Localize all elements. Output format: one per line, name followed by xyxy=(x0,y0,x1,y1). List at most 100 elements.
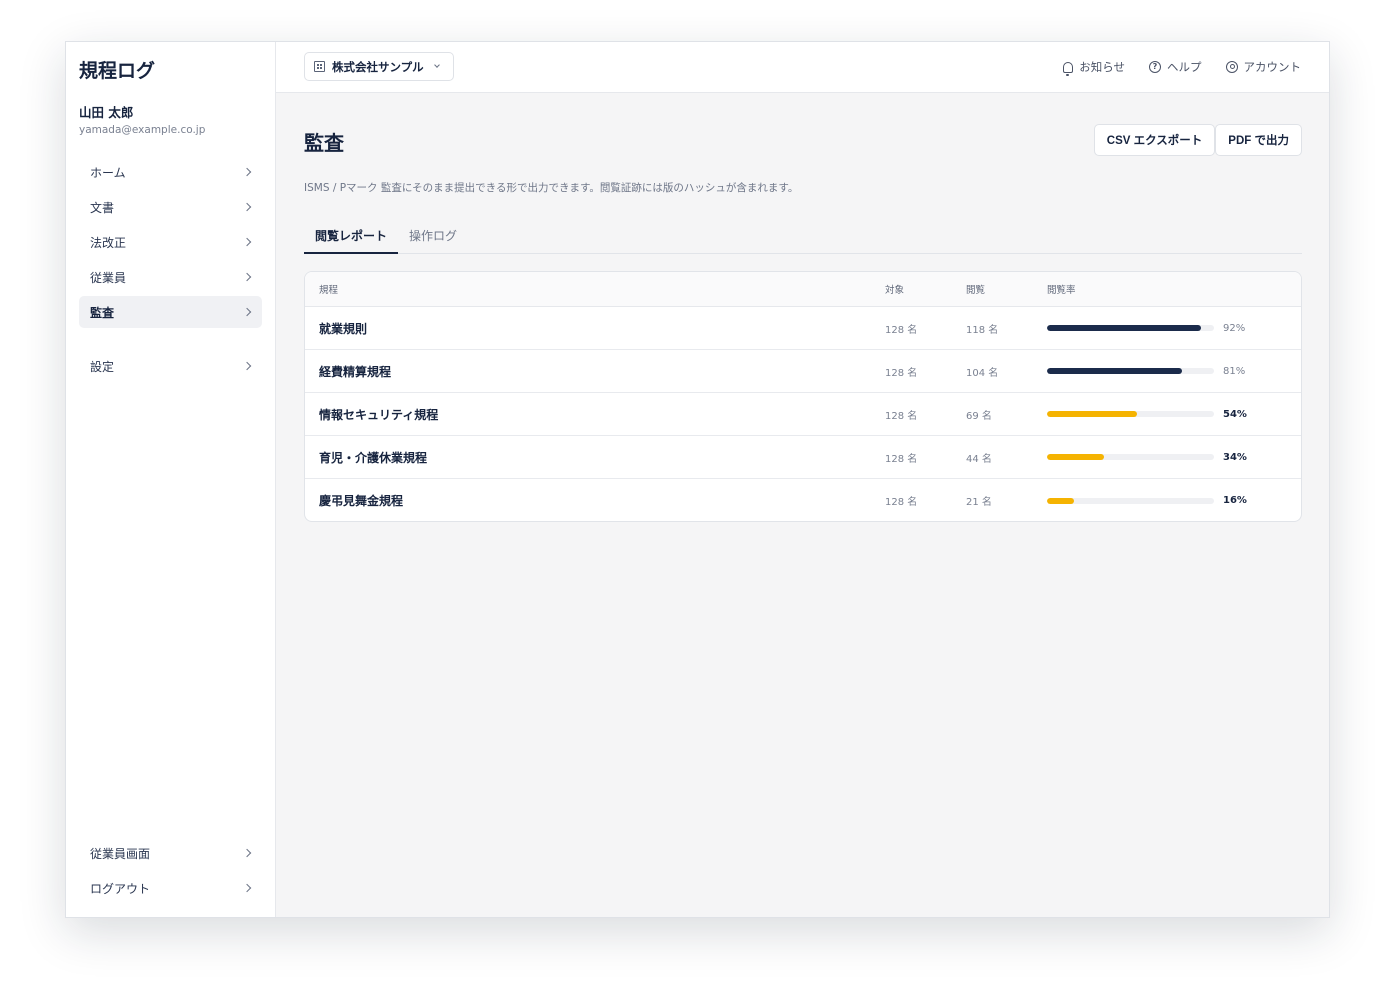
notifications-label: お知らせ xyxy=(1079,60,1125,74)
target-count: 128 名 xyxy=(885,453,918,465)
progress-bar xyxy=(1047,411,1214,417)
target-count: 128 名 xyxy=(885,367,918,379)
account-icon xyxy=(1225,61,1238,73)
target-count: 128 名 xyxy=(885,324,918,336)
main-area: 株式会社サンプル お知らせ ? ヘルプ アカウント 監査 CSV エクスポート … xyxy=(276,42,1329,917)
sidebar-item-documents[interactable]: 文書 xyxy=(79,191,262,223)
view-rate: 16% xyxy=(1047,495,1301,506)
org-name: 株式会社サンプル xyxy=(332,59,424,74)
sidebar-nav: ホーム 文書 法改正 従業員 監査 設定 xyxy=(79,156,262,385)
table-header: 規程 対象 閲覧 閲覧率 xyxy=(305,272,1301,307)
progress-fill xyxy=(1047,411,1138,417)
sidebar-item-law-changes[interactable]: 法改正 xyxy=(79,226,262,258)
viewed-count: 21 名 xyxy=(966,497,992,508)
table-row[interactable]: 経費精算規程 128 名 104 名 81% xyxy=(305,350,1301,393)
chevron-right-icon xyxy=(242,167,252,177)
view-rate: 54% xyxy=(1047,409,1301,420)
sidebar-item-label: ログアウト xyxy=(90,881,151,896)
sidebar-item-audit[interactable]: 監査 xyxy=(79,296,262,328)
sidebar-item-employees[interactable]: 従業員 xyxy=(79,261,262,293)
chevron-right-icon xyxy=(242,272,252,282)
progress-bar xyxy=(1047,497,1214,504)
help-icon: ? xyxy=(1149,61,1161,73)
progress-fill xyxy=(1047,454,1104,460)
chevron-down-icon xyxy=(433,62,440,68)
sidebar-item-settings[interactable]: 設定 xyxy=(79,350,262,382)
regulation-name: 慶弔見舞金規程 xyxy=(319,494,404,508)
sidebar-item-label: 監査 xyxy=(90,305,115,320)
progress-bar xyxy=(1047,325,1214,331)
page-title: 監査 xyxy=(304,131,344,155)
sidebar-item-label: 法改正 xyxy=(90,235,127,250)
table-row[interactable]: 慶弔見舞金規程 128 名 21 名 16% xyxy=(305,479,1301,521)
progress-fill xyxy=(1047,368,1183,374)
progress-fill xyxy=(1047,325,1201,331)
chevron-right-icon xyxy=(242,848,252,858)
regulation-name: 育児・介護休業規程 xyxy=(319,450,428,465)
rate-label: 92% xyxy=(1223,322,1246,334)
regulation-name: 情報セキュリティ規程 xyxy=(319,407,439,422)
help-button[interactable]: ? ヘルプ xyxy=(1149,59,1202,75)
rate-label: 34% xyxy=(1223,451,1247,463)
header-name: 規程 xyxy=(319,285,339,296)
rate-label: 16% xyxy=(1223,495,1247,506)
table-row[interactable]: 情報セキュリティ規程 128 名 69 名 54% xyxy=(305,393,1301,436)
chevron-right-icon xyxy=(242,883,252,893)
viewed-count: 69 名 xyxy=(966,410,992,422)
user-email: yamada@example.co.jp xyxy=(79,124,206,136)
progress-bar xyxy=(1047,454,1214,460)
sidebar-item-label: 従業員画面 xyxy=(90,846,151,861)
sidebar-item-home[interactable]: ホーム xyxy=(79,156,262,188)
csv-export-button[interactable]: CSV エクスポート xyxy=(1093,124,1216,156)
viewed-count: 44 名 xyxy=(966,453,992,465)
target-count: 128 名 xyxy=(885,497,918,508)
header-rate: 閲覧率 xyxy=(1047,285,1076,296)
account-label: アカウント xyxy=(1243,60,1302,74)
sidebar-item-label: ホーム xyxy=(90,165,126,180)
notifications-button[interactable]: お知らせ xyxy=(1063,59,1125,76)
regulation-name: 経費精算規程 xyxy=(319,364,392,379)
rate-label: 81% xyxy=(1223,365,1246,377)
top-actions: お知らせ ? ヘルプ アカウント xyxy=(1063,59,1302,76)
sidebar-item-logout[interactable]: ログアウト xyxy=(79,872,262,904)
sidebar-item-employee-view[interactable]: 従業員画面 xyxy=(79,837,262,869)
export-buttons: CSV エクスポート PDF で出力 xyxy=(1093,124,1302,156)
chevron-right-icon xyxy=(242,237,252,247)
help-label: ヘルプ xyxy=(1167,60,1202,74)
table-row[interactable]: 就業規則 128 名 118 名 92% xyxy=(305,307,1301,350)
regulation-name: 就業規則 xyxy=(319,321,368,336)
tab-operation-log[interactable]: 操作ログ xyxy=(398,215,468,254)
view-rate: 92% xyxy=(1047,323,1301,334)
chevron-right-icon xyxy=(242,307,252,317)
chevron-right-icon xyxy=(242,361,252,371)
header-viewed: 閲覧 xyxy=(966,285,986,296)
target-count: 128 名 xyxy=(885,410,918,422)
app-title: 規程ログ xyxy=(79,60,156,82)
account-button[interactable]: アカウント xyxy=(1225,59,1302,75)
view-rate: 34% xyxy=(1047,452,1301,463)
tab-view-report[interactable]: 閲覧レポート xyxy=(304,215,399,254)
sidebar: 規程ログ 山田 太郎 yamada@example.co.jp ホーム 文書 法… xyxy=(66,42,276,917)
view-report-table: 規程 対象 閲覧 閲覧率 就業規則 128 名 118 名 92% 経費精算規程 128 … xyxy=(304,271,1302,522)
table-row[interactable]: 育児・介護休業規程 128 名 44 名 34% xyxy=(305,436,1301,479)
bell-icon xyxy=(1063,61,1074,76)
progress-bar xyxy=(1047,368,1214,374)
progress-fill xyxy=(1047,497,1074,504)
topbar: 株式会社サンプル お知らせ ? ヘルプ アカウント xyxy=(276,42,1329,93)
pdf-export-button[interactable]: PDF で出力 xyxy=(1215,124,1302,156)
sidebar-item-label: 設定 xyxy=(90,359,115,374)
user-name: 山田 太郎 xyxy=(79,105,134,120)
viewed-count: 118 名 xyxy=(966,324,999,336)
tab-bar: 閲覧レポート 操作ログ xyxy=(304,215,1302,254)
app-window: 規程ログ 山田 太郎 yamada@example.co.jp ホーム 文書 法… xyxy=(65,41,1330,918)
viewed-count: 104 名 xyxy=(966,367,999,379)
chevron-right-icon xyxy=(242,202,252,212)
header-target: 対象 xyxy=(885,285,905,296)
building-icon xyxy=(314,61,325,72)
sidebar-item-label: 従業員 xyxy=(90,270,127,285)
view-rate: 81% xyxy=(1047,366,1301,377)
page-description: ISMS / Pマーク 監査にそのまま提出できる形で出力できます。閲覧証跡には版… xyxy=(304,182,799,194)
sidebar-item-label: 文書 xyxy=(90,200,115,215)
org-selector[interactable]: 株式会社サンプル xyxy=(304,52,454,81)
rate-label: 54% xyxy=(1223,408,1247,420)
